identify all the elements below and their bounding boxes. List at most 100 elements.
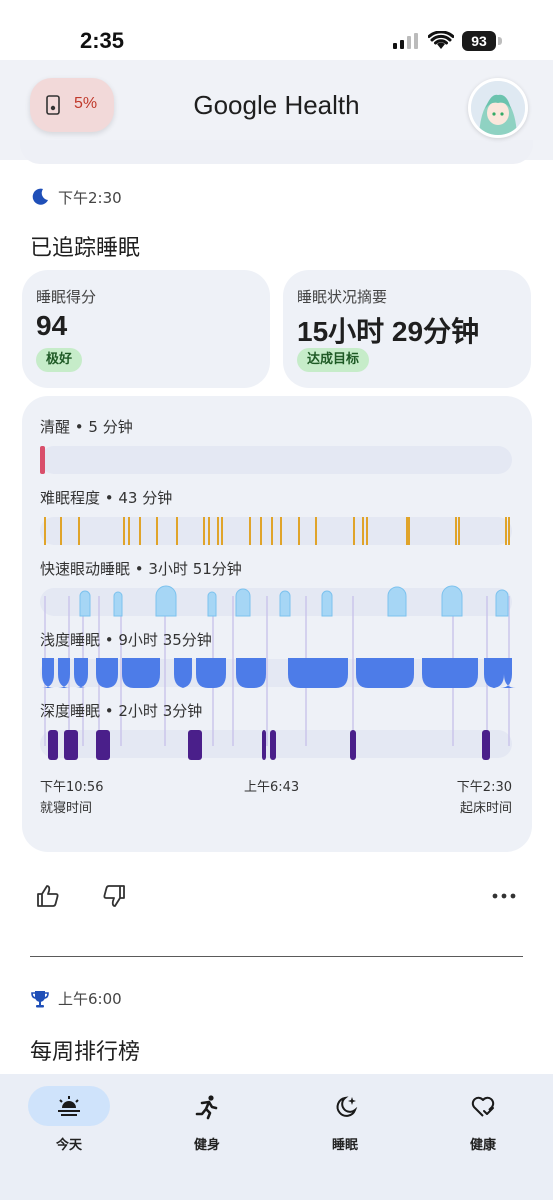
sleep-score-value: 94 xyxy=(36,310,68,341)
rem-segment xyxy=(321,590,333,617)
restless-tick xyxy=(139,517,141,545)
sleep-score-card[interactable]: 睡眠得分 94 极好 xyxy=(22,270,270,388)
avatar-image xyxy=(471,81,525,135)
nav-label-sleep: 睡眠 xyxy=(331,1138,358,1153)
heart-check-icon xyxy=(471,1096,495,1117)
nav-tab-sleep[interactable]: 睡眠 xyxy=(300,1086,390,1166)
rem-stage-label: 快速眼动睡眠 • 3小时 51分钟 xyxy=(40,560,242,578)
goal-met-badge: 达成目标 xyxy=(297,348,370,372)
restless-tick xyxy=(366,517,368,545)
bedtime-label: 就寝时间 xyxy=(40,801,93,816)
restless-tick xyxy=(280,517,282,545)
running-icon xyxy=(195,1095,218,1120)
light-segment xyxy=(96,658,118,688)
stage-transition-line xyxy=(266,596,268,746)
light-segment xyxy=(196,658,226,688)
light-segment xyxy=(288,658,348,688)
rem-segment xyxy=(495,589,509,617)
nav-tab-health[interactable]: 健康 xyxy=(438,1086,528,1166)
rem-segment xyxy=(207,591,217,617)
midpoint-time: 上午6:43 xyxy=(244,780,300,795)
today-icon xyxy=(58,1096,80,1116)
awake-stage-label: 清醒 • 5 分钟 xyxy=(40,418,133,436)
restless-tick xyxy=(362,517,364,545)
bedtime-time: 下午10:56 xyxy=(40,780,104,795)
nav-tab-today[interactable]: 今天 xyxy=(28,1086,118,1166)
restless-tick xyxy=(249,517,251,545)
deep-segment xyxy=(48,730,58,760)
light-segment xyxy=(484,658,504,688)
battery-indicator: 93 xyxy=(462,31,506,51)
light-segment xyxy=(356,658,414,688)
rem-segment xyxy=(235,588,251,617)
deep-segment xyxy=(270,730,276,760)
restless-tick xyxy=(78,517,80,545)
divider xyxy=(30,956,523,957)
sleep-summary-card[interactable]: 睡眠状况摘要 15小时 29分钟 达成目标 xyxy=(283,270,531,388)
rem-segment xyxy=(113,591,123,617)
restless-tick xyxy=(455,517,457,545)
nav-tab-fitness[interactable]: 健身 xyxy=(162,1086,252,1166)
sleep-score-label: 睡眠得分 xyxy=(36,288,97,306)
stage-transition-line xyxy=(164,596,166,746)
rem-segment xyxy=(155,585,177,617)
deep-segment xyxy=(350,730,356,760)
weekly-timestamp: 上午6:00 xyxy=(58,990,122,1008)
stage-track xyxy=(40,446,512,474)
restless-tick xyxy=(176,517,178,545)
moon-sparkle-icon xyxy=(336,1096,358,1117)
cellular-signal-icon xyxy=(393,33,418,49)
previous-card-edge xyxy=(20,140,533,164)
restless-tick xyxy=(208,517,210,545)
deep-stage-label: 深度睡眠 • 2小时 3分钟 xyxy=(40,702,203,720)
rem-segment xyxy=(387,586,407,617)
deep-segment xyxy=(482,730,490,760)
stage-transition-line xyxy=(352,596,354,746)
restless-tick xyxy=(315,517,317,545)
restless-tick xyxy=(260,517,262,545)
thumbs-up-icon[interactable] xyxy=(34,882,62,910)
sleep-duration-value: 15小时 29分钟 xyxy=(297,316,480,347)
wake-time: 下午2:30 xyxy=(456,780,512,795)
thumbs-down-icon[interactable] xyxy=(100,882,128,910)
wake-label: 起床时间 xyxy=(459,801,512,816)
light-segment xyxy=(422,658,478,688)
profile-avatar[interactable] xyxy=(468,78,528,138)
restless-tick xyxy=(203,517,205,545)
sleep-timestamp: 下午2:30 xyxy=(58,188,122,207)
sleep-section-title: 已追踪睡眠 xyxy=(30,236,141,261)
stage-transition-line xyxy=(232,596,234,746)
restless-tick xyxy=(458,517,460,545)
restless-tick xyxy=(508,517,510,545)
restless-tick xyxy=(221,517,223,545)
restless-tick xyxy=(298,517,300,545)
light-segment xyxy=(236,658,266,688)
rem-segment xyxy=(79,590,91,617)
nav-label-health: 健康 xyxy=(469,1138,496,1153)
restless-tick xyxy=(123,517,125,545)
restless-tick xyxy=(271,517,273,545)
restless-tick xyxy=(156,517,158,545)
deep-segment xyxy=(64,730,78,760)
restless-tick xyxy=(128,517,130,545)
wifi-icon xyxy=(428,31,454,49)
restless-tick xyxy=(406,517,408,545)
sleep-score-badge: 极好 xyxy=(36,348,83,372)
battery-level: 93 xyxy=(462,31,496,51)
nav-label-fitness: 健身 xyxy=(193,1138,220,1153)
stage-track xyxy=(40,588,512,616)
weekly-timestamp-row: 上午6:00 xyxy=(30,988,122,1009)
sleep-timestamp-row: 下午2:30 xyxy=(30,186,122,208)
more-options-icon[interactable] xyxy=(490,882,518,910)
status-time: 2:35 xyxy=(80,28,125,53)
rem-segment xyxy=(279,590,291,617)
sleep-summary-label: 睡眠状况摘要 xyxy=(297,288,388,306)
moon-icon xyxy=(32,188,48,205)
restless-tick xyxy=(505,517,507,545)
restless-stage-label: 难眠程度 • 43 分钟 xyxy=(40,489,173,507)
sleep-stages-card[interactable]: 清醒 • 5 分钟 难眠程度 • 43 分钟 快速眼动睡眠 • 3小时 51分钟… xyxy=(22,396,532,852)
nav-label-today: 今天 xyxy=(55,1138,82,1153)
trophy-icon xyxy=(31,990,49,1007)
light-stage-label: 浅度睡眠 • 9小时 35分钟 xyxy=(40,631,212,649)
restless-tick xyxy=(60,517,62,545)
